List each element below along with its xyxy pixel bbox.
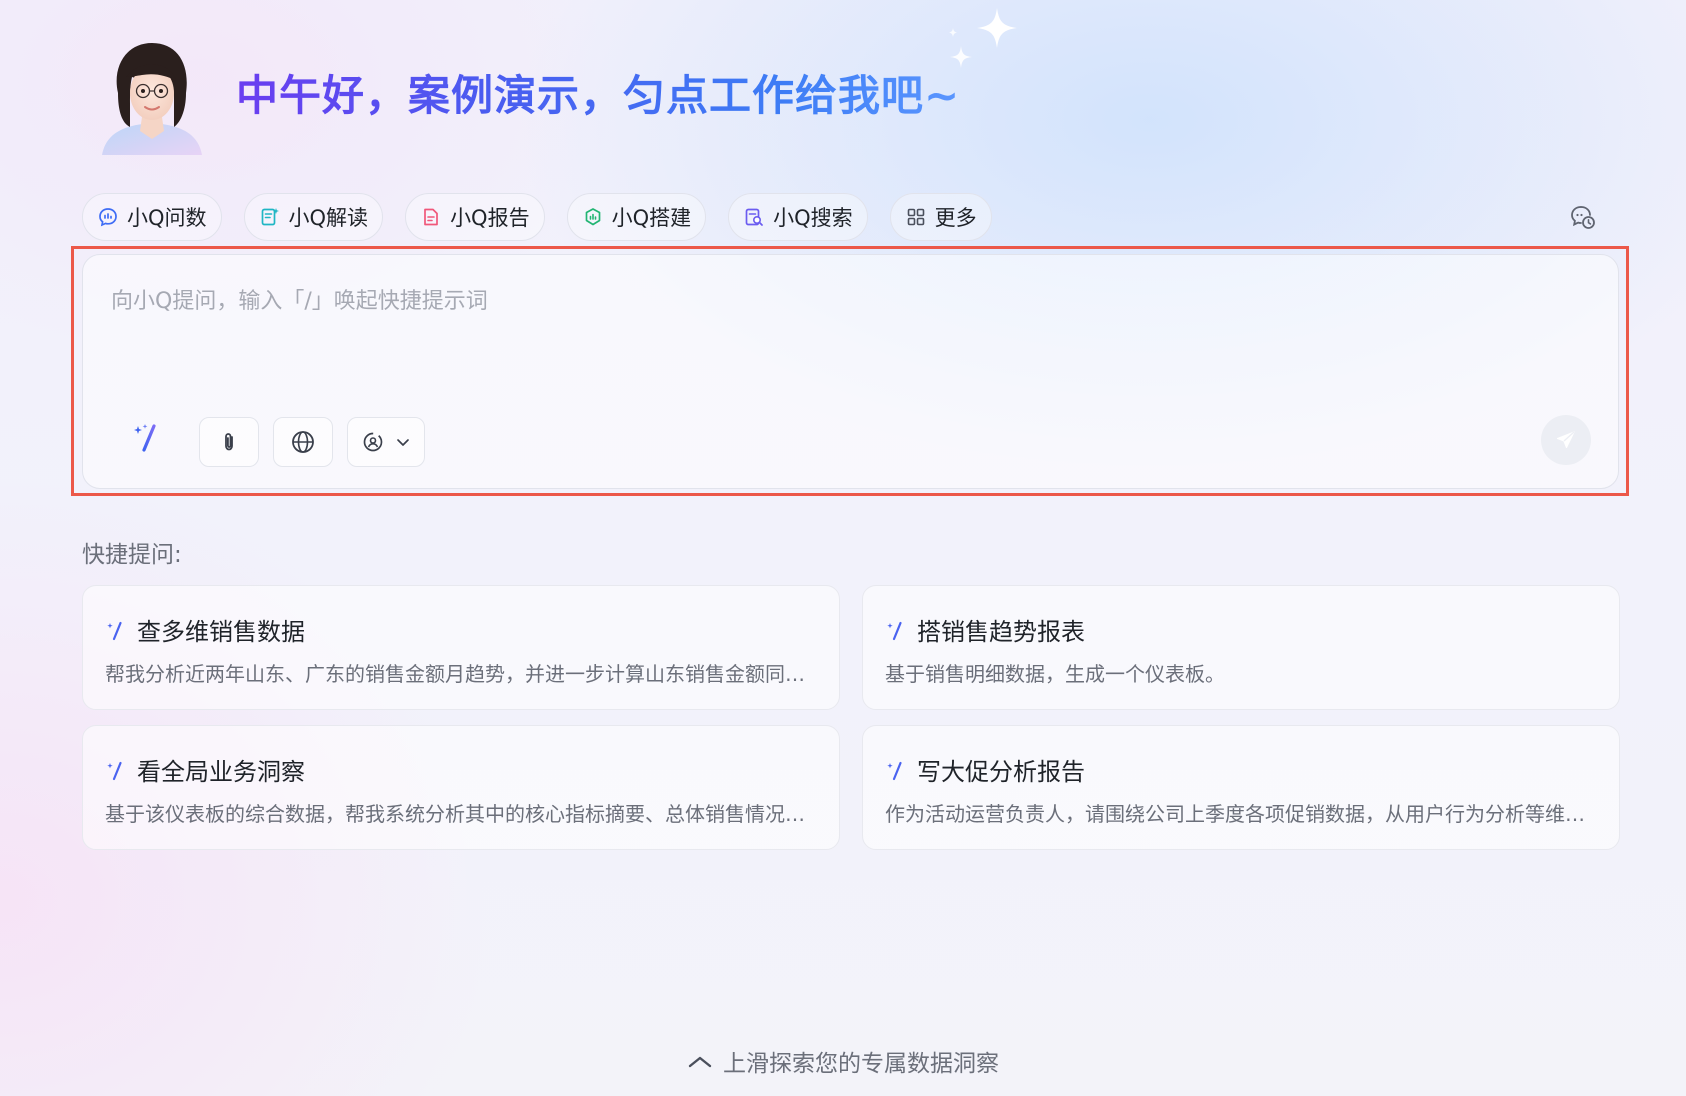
model-selector[interactable] <box>347 417 425 467</box>
greeting-text: 中午好，案例演示，匀点工作给我吧~ <box>236 70 961 120</box>
tool-xiaoq-interpret[interactable]: 小Q解读 <box>243 193 384 241</box>
scroll-hint-text: 上滑探索您的专属数据洞察 <box>723 1051 999 1077</box>
card-description: 帮我分析近两年山东、广东的销售金额月趋势，并进一步计算山东销售金额同比增长率 <box>105 662 817 686</box>
quick-prompt-button[interactable] <box>125 415 169 459</box>
dashboard-build-icon <box>585 208 600 226</box>
grid-more-icon <box>907 208 924 226</box>
chat-data-icon <box>99 208 117 227</box>
chat-history-icon <box>1571 206 1595 229</box>
tool-xiaoq-build[interactable]: 小Q搭建 <box>566 193 707 241</box>
report-icon <box>424 208 438 226</box>
magic-wand-icon <box>107 621 122 640</box>
tool-label: 更多 <box>934 206 977 230</box>
assistant-tool-bar: 小Q问数 小Q解读 小Q报告 小Q搭建 小Q搜索 更多 <box>82 193 992 241</box>
card-title: 查多维销售数据 <box>137 618 305 646</box>
tool-xiaoq-report[interactable]: 小Q报告 <box>405 193 545 241</box>
card-title: 看全局业务洞察 <box>137 758 305 786</box>
send-icon <box>1556 431 1575 449</box>
paperclip-icon <box>225 433 233 451</box>
assistant-avatar <box>96 37 208 155</box>
tool-label: 小Q报告 <box>450 206 530 230</box>
tool-label: 小Q问数 <box>127 206 207 230</box>
chevron-down-icon <box>397 439 409 446</box>
greeting-header: 中午好，案例演示，匀点工作给我吧~ <box>96 36 960 156</box>
quick-question-card[interactable]: 写大促分析报告 作为活动运营负责人，请围绕公司上季度各项促销数据，从用户行为分析… <box>862 725 1620 850</box>
card-description: 基于该仪表板的综合数据，帮我系统分析其中的核心指标摘要、总体销售情况和主要问题 <box>105 802 817 826</box>
send-button[interactable] <box>1541 415 1591 465</box>
card-title: 搭销售趋势报表 <box>917 618 1085 646</box>
quick-question-card[interactable]: 查多维销售数据 帮我分析近两年山东、广东的销售金额月趋势，并进一步计算山东销售金… <box>82 585 840 710</box>
web-search-toggle[interactable] <box>273 417 333 467</box>
tool-more[interactable]: 更多 <box>889 193 992 241</box>
quick-question-card[interactable]: 搭销售趋势报表 基于销售明细数据，生成一个仪表板。 <box>862 585 1620 710</box>
magic-wand-icon <box>107 761 122 780</box>
tool-label: 小Q解读 <box>288 206 369 230</box>
magic-wand-icon <box>887 621 902 640</box>
tool-label: 小Q搭建 <box>611 206 692 230</box>
chevron-up-icon <box>688 1056 712 1068</box>
attach-file-button[interactable] <box>199 417 259 467</box>
card-title: 写大促分析报告 <box>917 758 1085 786</box>
card-description: 基于销售明细数据，生成一个仪表板。 <box>885 662 1225 686</box>
chat-history-button[interactable] <box>1568 202 1598 232</box>
quick-question-card[interactable]: 看全局业务洞察 基于该仪表板的综合数据，帮我系统分析其中的核心指标摘要、总体销售… <box>82 725 840 850</box>
scroll-up-hint[interactable]: 上滑探索您的专属数据洞察 <box>0 1044 1686 1078</box>
tool-label: 小Q搜索 <box>773 206 853 230</box>
question-input-box <box>82 254 1619 489</box>
search-doc-icon <box>745 208 763 226</box>
question-input[interactable] <box>111 283 1571 343</box>
quick-questions-title: 快捷提问: <box>82 542 182 568</box>
tool-xiaoq-search[interactable]: 小Q搜索 <box>728 193 868 241</box>
card-description: 作为活动运营负责人，请围绕公司上季度各项促销数据，从用户行为分析等维度撰写报告 <box>885 802 1597 826</box>
magic-wand-icon <box>887 761 902 780</box>
document-read-icon <box>261 208 279 226</box>
ai-model-icon <box>363 432 383 452</box>
magic-wand-icon <box>134 424 156 452</box>
tool-xiaoq-query[interactable]: 小Q问数 <box>82 193 222 241</box>
globe-icon <box>292 431 314 453</box>
